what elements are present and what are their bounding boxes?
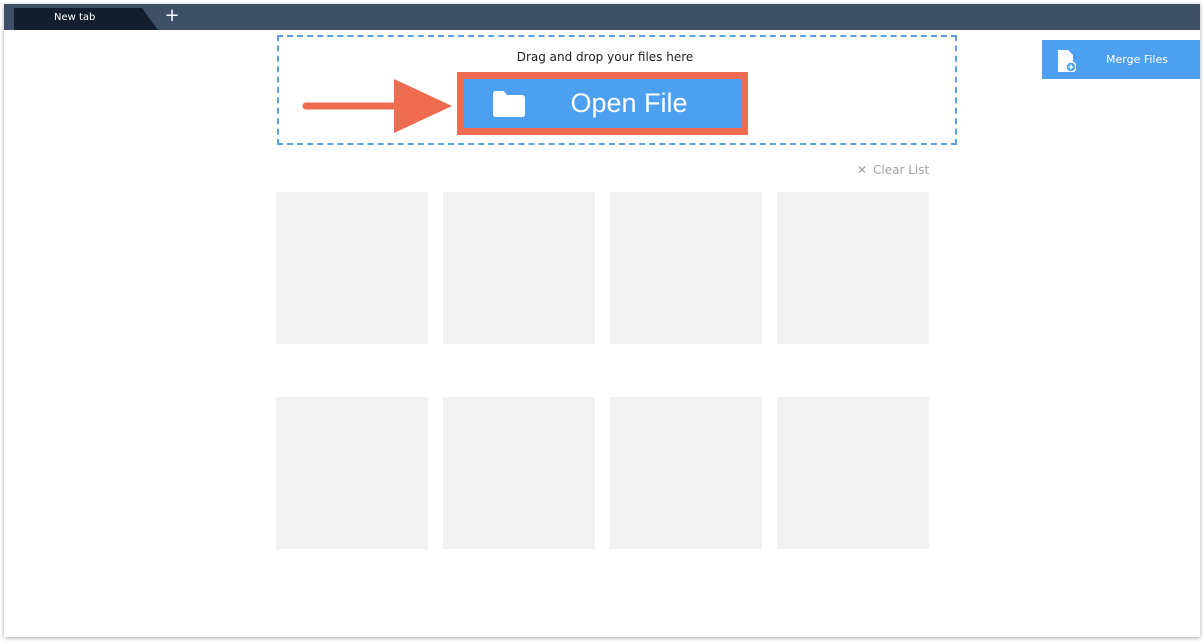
drop-zone-instruction: Drag and drop your files here	[516, 50, 694, 64]
file-tile[interactable]	[443, 397, 595, 549]
file-tile[interactable]	[443, 192, 595, 344]
close-icon: ✕	[857, 163, 868, 177]
pointer-arrow-icon	[302, 79, 452, 133]
open-file-label: Open File	[570, 88, 688, 118]
clear-list-button[interactable]: ✕ Clear List	[857, 162, 929, 178]
file-tile[interactable]	[777, 192, 929, 344]
file-tile[interactable]	[276, 397, 428, 549]
file-tile[interactable]	[610, 192, 762, 344]
merge-files-label: Merge Files	[1106, 53, 1168, 66]
open-file-button[interactable]: Open File	[464, 79, 741, 128]
file-tile[interactable]	[610, 397, 762, 549]
merge-files-button[interactable]: Merge Files	[1042, 40, 1200, 79]
tab-new-tab[interactable]: New tab	[14, 8, 158, 30]
app-window: New tab + Drag and drop your files here …	[4, 4, 1200, 637]
tab-label: New tab	[54, 12, 96, 23]
add-tab-button[interactable]: +	[162, 6, 182, 26]
file-tile[interactable]	[276, 192, 428, 344]
clear-list-label: Clear List	[873, 163, 930, 177]
folder-icon	[493, 91, 525, 117]
tab-bar: New tab +	[4, 4, 1200, 30]
file-tile[interactable]	[777, 397, 929, 549]
document-add-icon	[1058, 50, 1076, 72]
